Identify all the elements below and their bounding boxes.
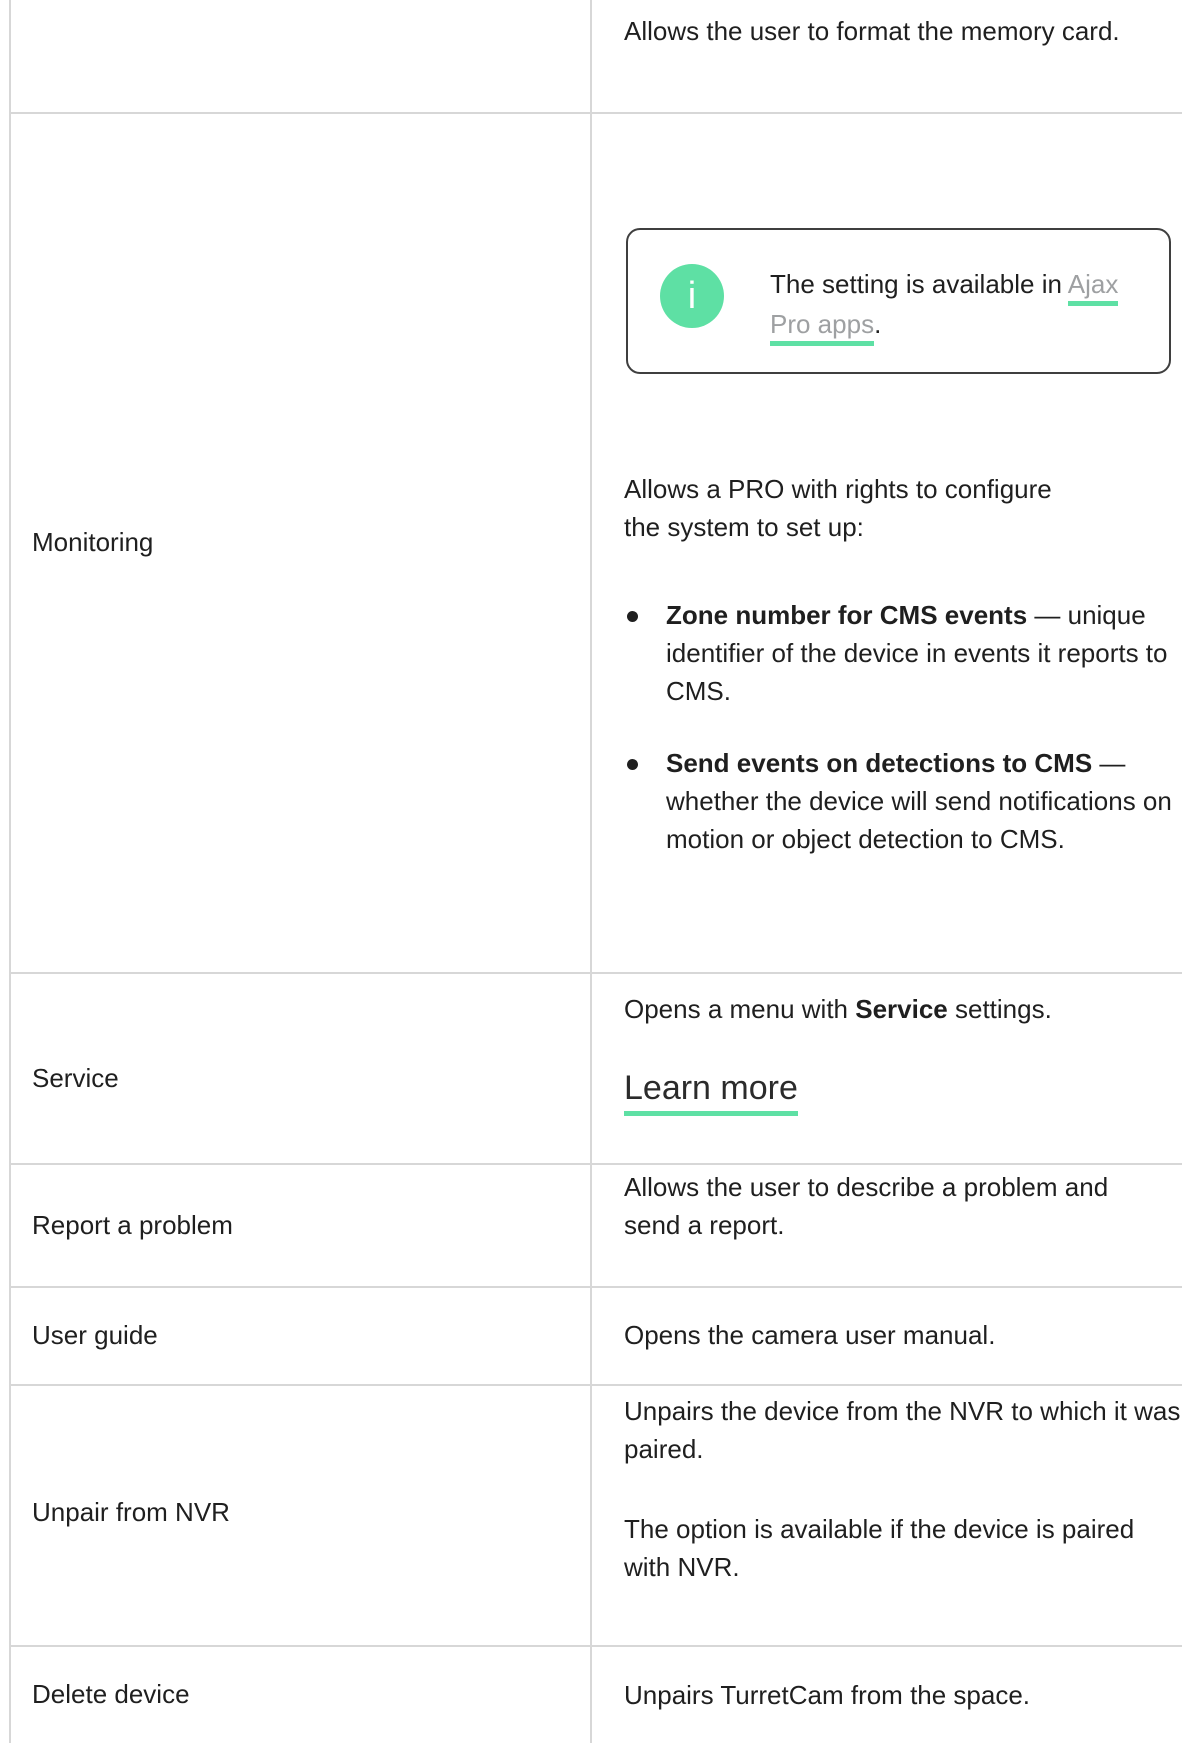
service-description: Opens a menu with Service settings. xyxy=(624,994,1052,1024)
monitoring-intro: Allows a PRO with rights to configure th… xyxy=(624,474,1052,542)
row-divider xyxy=(9,1384,1182,1386)
table-border-left xyxy=(9,0,11,1743)
info-note: i The setting is available in Ajax Pro a… xyxy=(626,228,1171,374)
list-item: Zone number for CMS events — unique iden… xyxy=(624,596,1182,710)
row-divider xyxy=(9,1163,1182,1165)
report-problem-description: Allows the user to describe a problem an… xyxy=(624,1172,1109,1240)
row-label-service: Service xyxy=(32,1063,119,1093)
row-label-report-problem: Report a problem xyxy=(32,1210,233,1240)
row-description: Allows the user to format the memory car… xyxy=(624,16,1120,46)
monitoring-bullets: Zone number for CMS events — unique iden… xyxy=(624,596,1182,892)
row-label-unpair-nvr: Unpair from NVR xyxy=(32,1497,230,1527)
unpair-nvr-description: Unpairs the device from the NVR to which… xyxy=(624,1396,1181,1464)
info-icon: i xyxy=(660,264,724,328)
learn-more-link[interactable]: Learn more xyxy=(624,1066,798,1116)
table-column-divider xyxy=(590,0,592,1743)
list-item: Send events on detections to CMS — wheth… xyxy=(624,744,1182,858)
user-guide-description: Opens the camera user manual. xyxy=(624,1320,996,1350)
row-label-user-guide: User guide xyxy=(32,1320,158,1350)
info-note-text: The setting is available in Ajax Pro app… xyxy=(770,264,1150,346)
row-label-monitoring: Monitoring xyxy=(32,527,154,557)
row-divider xyxy=(9,112,1182,114)
delete-device-description: Unpairs TurretCam from the space. xyxy=(624,1680,1031,1710)
learn-more-container: Learn more xyxy=(624,1066,1182,1116)
row-divider xyxy=(9,1286,1182,1288)
row-divider xyxy=(9,1645,1182,1647)
row-label-delete-device: Delete device xyxy=(32,1679,190,1709)
unpair-nvr-note: The option is available if the device is… xyxy=(624,1514,1135,1582)
row-divider xyxy=(9,972,1182,974)
